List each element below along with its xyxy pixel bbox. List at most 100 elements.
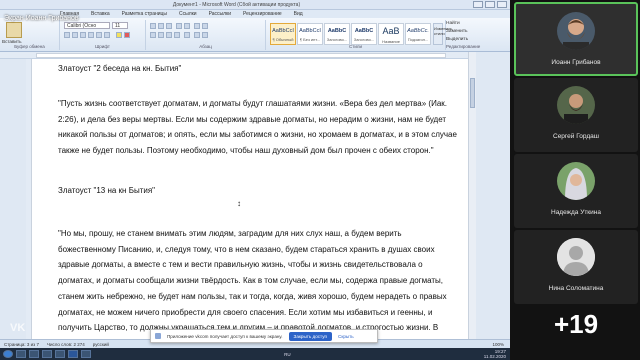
- clock[interactable]: 19:27 11.02.2020: [484, 349, 506, 359]
- participant-tile[interactable]: Иоанн Грибанов: [514, 2, 638, 76]
- hide-notice-button[interactable]: Скрыть: [338, 334, 354, 339]
- window-title: Документ1 - Microsoft Word (Сбой активац…: [172, 1, 301, 8]
- styles-group: AaBbCcI ¶ Обычный AaBbCcI ¶ Без инт... A…: [266, 20, 452, 50]
- photo-bearded-man-icon: [557, 12, 595, 50]
- input-language[interactable]: RU: [284, 352, 291, 357]
- align-center-icon[interactable]: [158, 32, 164, 38]
- tab-view[interactable]: Вид: [294, 11, 303, 17]
- taskbar-app-icon[interactable]: [55, 350, 65, 358]
- language-indicator[interactable]: русский: [93, 342, 109, 347]
- style-normal[interactable]: AaBbCcI ¶ Обычный: [270, 23, 296, 45]
- document-page[interactable]: Златоуст "2 беседа на кн. Бытия" "Пусть …: [34, 59, 468, 339]
- word-app-icon[interactable]: [68, 350, 78, 358]
- superscript-icon[interactable]: [104, 32, 110, 38]
- participant-tile[interactable]: Сергей Гордаш: [514, 78, 638, 152]
- style-heading-1[interactable]: AaBbC Заголово...: [324, 23, 350, 45]
- decrease-indent-icon[interactable]: [176, 23, 182, 29]
- numbering-icon[interactable]: [158, 23, 164, 29]
- participant-name: Иоанн Грибанов: [551, 59, 601, 66]
- scrollbar-thumb[interactable]: [470, 78, 475, 108]
- multilevel-list-icon[interactable]: [166, 23, 172, 29]
- style-no-spacing[interactable]: AaBbCcI ¶ Без инт...: [297, 23, 323, 45]
- style-name: Заголово...: [326, 37, 348, 42]
- font-size-select[interactable]: 11: [112, 22, 128, 29]
- justify-icon[interactable]: [174, 32, 180, 38]
- editing-group-title: Редактирование: [446, 44, 481, 49]
- style-heading-2[interactable]: AaBbC Заголово...: [351, 23, 377, 45]
- tab-insert[interactable]: Вставка: [91, 11, 110, 17]
- taskbar-app-icon[interactable]: [16, 350, 26, 358]
- tab-mailings[interactable]: Рассылки: [209, 11, 231, 17]
- taskbar-app-icon[interactable]: [29, 350, 39, 358]
- participants-panel: Иоанн Грибанов Сергей Гордаш Надежда Утк…: [510, 0, 640, 360]
- subscript-icon[interactable]: [96, 32, 102, 38]
- replace-button[interactable]: Заменить: [446, 29, 468, 34]
- highlight-icon[interactable]: [116, 32, 122, 38]
- sort-icon[interactable]: [194, 23, 200, 29]
- vertical-scrollbar[interactable]: [468, 52, 476, 340]
- clipboard-group: Вставить Буфер обмена: [0, 20, 60, 50]
- bullets-icon[interactable]: [150, 23, 156, 29]
- left-margin-area: [0, 59, 26, 339]
- font-group-title: Шрифт: [95, 44, 110, 49]
- windows-taskbar: RU 19:27 11.02.2020: [0, 348, 510, 360]
- tab-references[interactable]: Ссылки: [179, 11, 197, 17]
- font-group: Calibri (Осно 11 Шрифт: [60, 20, 146, 50]
- style-subtitle[interactable]: AaBbCc. Подзагол...: [405, 23, 431, 45]
- paragraph-group-title: Абзац: [199, 44, 212, 49]
- shared-screen: Документ1 - Microsoft Word (Сбой активац…: [0, 0, 510, 360]
- participant-tile[interactable]: Нина Соломатина: [514, 230, 638, 304]
- maximize-button[interactable]: [485, 1, 495, 8]
- quote-paragraph-2: "Но мы, прошу, не станем внимать этим лю…: [58, 229, 447, 339]
- find-button[interactable]: Найти: [446, 21, 460, 26]
- close-access-button[interactable]: Закрыть доступ: [288, 331, 332, 341]
- style-name: Заголово...: [353, 37, 375, 42]
- start-button-icon[interactable]: [3, 350, 13, 358]
- taskbar-app-icon[interactable]: [42, 350, 52, 358]
- participant-tile[interactable]: Надежда Уткина: [514, 154, 638, 228]
- tab-page-layout[interactable]: Разметка страницы: [122, 11, 167, 17]
- window-controls: [473, 1, 507, 8]
- more-participants-button[interactable]: +19: [514, 300, 638, 348]
- borders-icon[interactable]: [202, 32, 208, 38]
- style-sample: AaBbC: [327, 28, 347, 34]
- style-title[interactable]: AaB Название: [378, 23, 404, 45]
- shading-icon[interactable]: [194, 32, 200, 38]
- strikethrough-icon[interactable]: [88, 32, 94, 38]
- font-color-icon[interactable]: [124, 32, 130, 38]
- close-button[interactable]: [497, 1, 507, 8]
- heading-zlatoust-13: Златоуст "13 на кн Бытия": [58, 186, 155, 195]
- style-name: ¶ Обычный: [272, 37, 294, 42]
- line-spacing-icon[interactable]: [184, 32, 190, 38]
- font-family-select[interactable]: Calibri (Осно: [64, 22, 110, 29]
- minimize-button[interactable]: [473, 1, 483, 8]
- quote-paragraph-1: "Пусть жизнь соответствует догматам, и д…: [58, 99, 457, 156]
- paragraph-group: Абзац: [146, 20, 266, 50]
- pilcrow-icon[interactable]: [202, 23, 208, 29]
- word-count[interactable]: Число слов: 2 274: [47, 342, 85, 347]
- vertical-ruler[interactable]: [26, 59, 32, 339]
- change-styles-button[interactable]: Изменить стили: [433, 23, 452, 45]
- zoom-level[interactable]: 100%: [492, 342, 504, 347]
- paste-icon[interactable]: [6, 22, 22, 38]
- align-left-icon[interactable]: [150, 32, 156, 38]
- clock-date: 11.02.2020: [483, 354, 506, 359]
- italic-icon[interactable]: [72, 32, 78, 38]
- select-button[interactable]: Выделить: [446, 37, 468, 42]
- underline-icon[interactable]: [80, 32, 86, 38]
- horizontal-ruler[interactable]: [0, 52, 510, 59]
- vk-logo: VK: [10, 322, 26, 334]
- text-cursor-icon: ↕: [237, 199, 241, 208]
- taskbar-app-icon[interactable]: [81, 350, 91, 358]
- bold-icon[interactable]: [64, 32, 70, 38]
- photo-woman-icon: [557, 162, 595, 200]
- styles-group-title: Стили: [349, 44, 362, 49]
- tab-review[interactable]: Рецензирование: [243, 11, 282, 17]
- increase-indent-icon[interactable]: [184, 23, 190, 29]
- align-right-icon[interactable]: [166, 32, 172, 38]
- page-counter[interactable]: Страница: 3 из 7: [4, 342, 39, 347]
- heading-zlatoust-2: Златоуст "2 беседа на кн. Бытия": [58, 64, 182, 73]
- style-sample: AaBbCcI: [299, 28, 321, 34]
- default-user-icon: [557, 238, 595, 276]
- screen-share-notice: Приложение vkcom получает доступ к вашем…: [150, 329, 378, 343]
